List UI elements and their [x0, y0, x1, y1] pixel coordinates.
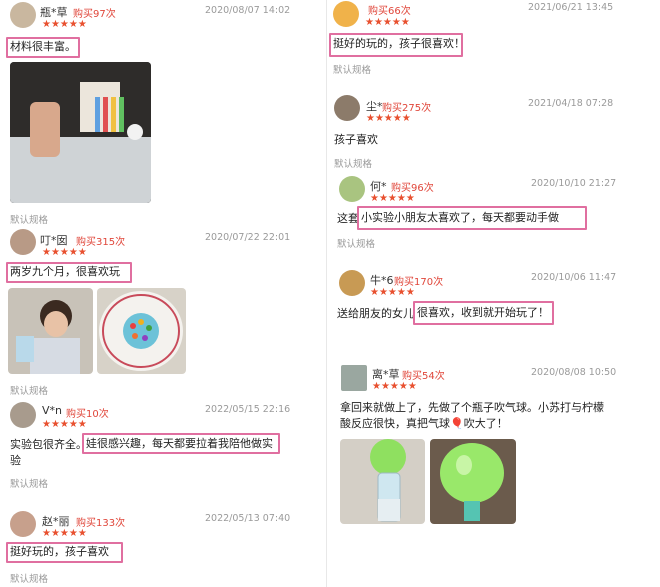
review-text: 这套 [337, 212, 359, 225]
review-text: 拿回来就做上了，先做了个瓶子吹气球。小苏打与柠檬 [340, 401, 604, 414]
rating-stars: ★★★★★ [366, 113, 411, 124]
avatar[interactable] [10, 2, 36, 28]
avatar[interactable] [341, 365, 367, 391]
reviewer-name[interactable]: V*n [42, 404, 62, 417]
review-item: 赵*丽 购买133次 2022/05/13 07:40 ★★★★★ 挺好玩的，孩… [0, 507, 325, 587]
purchase-count: 购买54次 [402, 371, 445, 382]
review-text: 材料很丰富。 [10, 40, 76, 53]
rating-stars: ★★★★★ [42, 419, 87, 430]
review-text-continued: 酸反应很快，真把气球🎈吹大了！ [340, 417, 508, 430]
photo-illustration [97, 288, 186, 374]
purchase-count: 购买170次 [394, 277, 444, 288]
review-photo[interactable] [8, 288, 93, 374]
review-date: 2021/06/21 13:45 [528, 2, 614, 13]
review-text-highlighted: 娃很感兴趣，每天都要拉着我陪他做实 [86, 437, 273, 450]
review-column-right: 购买66次 2021/06/21 13:45 ★★★★★ 挺好的玩的，孩子很喜欢… [327, 0, 660, 587]
avatar[interactable] [339, 270, 365, 296]
spec-label: 默认规格 [333, 65, 372, 76]
photo-illustration [430, 439, 516, 524]
spec-label: 默认规格 [337, 239, 376, 250]
review-text: 送给朋友的女儿 [337, 307, 414, 320]
reviewer-name[interactable]: 牛*6 [370, 272, 394, 288]
reviewer-name[interactable]: 瓶*草 [40, 4, 68, 20]
avatar[interactable] [10, 511, 36, 537]
spec-label: 默认规格 [10, 386, 49, 397]
review-date: 2020/07/22 22:01 [205, 232, 291, 243]
reviewer-name[interactable]: 叮*囡 [40, 232, 68, 248]
review-date: 2021/04/18 07:28 [528, 98, 614, 109]
rating-stars: ★★★★★ [370, 193, 415, 204]
avatar[interactable] [333, 1, 359, 27]
spec-label: 默认规格 [10, 574, 49, 585]
avatar[interactable] [334, 95, 360, 121]
review-text-highlighted: 小实验小朋友太喜欢了，每天都要动手做 [361, 211, 559, 224]
rating-stars: ★★★★★ [42, 19, 87, 30]
review-item: 离*草 购买54次 2020/08/08 10:50 ★★★★★ 拿回来就做上了… [327, 362, 660, 587]
review-item: 购买66次 2021/06/21 13:45 ★★★★★ 挺好的玩的，孩子很喜欢… [327, 0, 660, 80]
avatar[interactable] [10, 229, 36, 255]
review-text: 孩子喜欢 [334, 133, 378, 146]
review-text-highlighted: 很喜欢，收到就开始玩了！ [417, 306, 549, 319]
avatar[interactable] [10, 402, 36, 428]
review-photo[interactable] [340, 439, 425, 524]
review-photo[interactable] [97, 288, 186, 374]
review-date: 2022/05/15 22:16 [205, 404, 291, 415]
review-item: 何* 购买96次 2020/10/10 21:27 ★★★★★ 这套 小实验小朋… [327, 172, 660, 252]
rating-stars: ★★★★★ [365, 17, 410, 28]
review-photo[interactable] [10, 62, 151, 203]
photo-illustration [340, 439, 425, 524]
purchase-count: 购买275次 [382, 103, 432, 114]
review-photo[interactable] [430, 439, 516, 524]
review-date: 2020/10/06 11:47 [531, 272, 617, 283]
review-date: 2020/10/10 21:27 [531, 178, 617, 189]
photo-illustration [8, 288, 93, 374]
purchase-count: 购买133次 [76, 518, 126, 529]
review-text: 两岁九个月，很喜欢玩 [10, 265, 120, 278]
photo-illustration [10, 62, 151, 203]
spec-label: 默认规格 [10, 215, 49, 226]
purchase-count: 购买10次 [66, 409, 109, 420]
purchase-count: 购买315次 [76, 237, 126, 248]
reviewer-name[interactable]: 赵*丽 [42, 513, 70, 529]
review-date: 2020/08/07 14:02 [205, 5, 291, 16]
reviewer-name[interactable]: 离*草 [372, 366, 400, 382]
rating-stars: ★★★★★ [42, 528, 87, 539]
review-column-left: 瓶*草 购买97次 2020/08/07 14:02 ★★★★★ 材料很丰富。 … [0, 0, 325, 587]
review-item: V*n 购买10次 2022/05/15 22:16 ★★★★★ 实验包很齐全。… [0, 398, 325, 498]
purchase-count: 购买66次 [368, 6, 411, 17]
review-item: 瓶*草 购买97次 2020/08/07 14:02 ★★★★★ 材料很丰富。 … [0, 0, 325, 226]
avatar[interactable] [339, 176, 365, 202]
spec-label: 默认规格 [334, 159, 373, 170]
review-date: 2022/05/13 07:40 [205, 513, 291, 524]
purchase-count: 购买97次 [73, 9, 116, 20]
reviewer-name[interactable]: 何* [370, 178, 387, 194]
purchase-count: 购买96次 [391, 183, 434, 194]
review-item: 尘* 购买275次 2021/04/18 07:28 ★★★★★ 孩子喜欢 默认… [327, 93, 660, 170]
review-date: 2020/08/08 10:50 [531, 367, 617, 378]
rating-stars: ★★★★★ [372, 381, 417, 392]
review-text: 挺好玩的，孩子喜欢 [10, 545, 109, 558]
rating-stars: ★★★★★ [42, 247, 87, 258]
review-item: 牛*6 购买170次 2020/10/06 11:47 ★★★★★ 送给朋友的女… [327, 266, 660, 336]
review-text-continued: 验 [10, 454, 21, 467]
review-item: 叮*囡 购买315次 2020/07/22 22:01 ★★★★★ 两岁九个月，… [0, 227, 325, 397]
reviewer-name[interactable]: 尘* [366, 98, 383, 114]
spec-label: 默认规格 [10, 479, 49, 490]
rating-stars: ★★★★★ [370, 287, 415, 298]
review-text: 实验包很齐全。 [10, 438, 87, 451]
review-text: 挺好的玩的，孩子很喜欢！ [333, 37, 465, 50]
